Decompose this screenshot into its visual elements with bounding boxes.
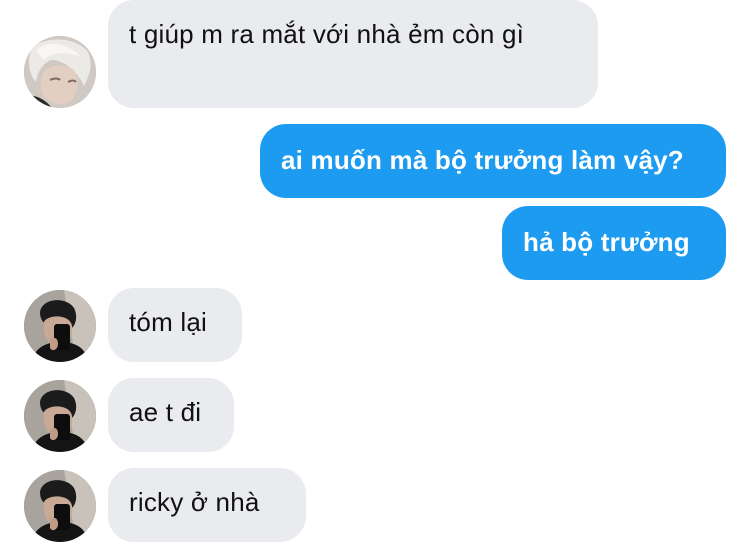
outgoing-message-bubble[interactable]: hả bộ trưởng	[502, 206, 726, 280]
avatar-mirror-selfie-icon	[24, 290, 96, 362]
incoming-message-bubble[interactable]: ae t đi	[108, 378, 234, 452]
message-text: ae t đi	[129, 397, 202, 427]
sender-avatar[interactable]	[24, 380, 96, 452]
avatar-silver-hair-icon	[24, 36, 96, 108]
outgoing-message-bubble[interactable]: ai muốn mà bộ trưởng làm vậy?	[260, 124, 726, 198]
sender-avatar[interactable]	[24, 36, 96, 108]
message-text: tóm lại	[129, 307, 207, 337]
sender-avatar[interactable]	[24, 290, 96, 362]
incoming-message-bubble[interactable]: tóm lại	[108, 288, 242, 362]
avatar-mirror-selfie-icon	[24, 380, 96, 452]
message-text: hả bộ trưởng	[523, 227, 690, 257]
message-text: ai muốn mà bộ trưởng làm vậy?	[281, 145, 684, 175]
avatar-mirror-selfie-icon	[24, 470, 96, 542]
incoming-message-bubble[interactable]: t giúp m ra mắt với nhà ẻm còn gì	[108, 0, 598, 108]
message-text: t giúp m ra mắt với nhà ẻm còn gì	[129, 19, 525, 49]
sender-avatar[interactable]	[24, 470, 96, 542]
incoming-message-bubble[interactable]: ricky ở nhà	[108, 468, 306, 542]
message-row: t giúp m ra mắt với nhà ẻm còn gì	[0, 0, 750, 110]
message-text: ricky ở nhà	[129, 487, 260, 517]
